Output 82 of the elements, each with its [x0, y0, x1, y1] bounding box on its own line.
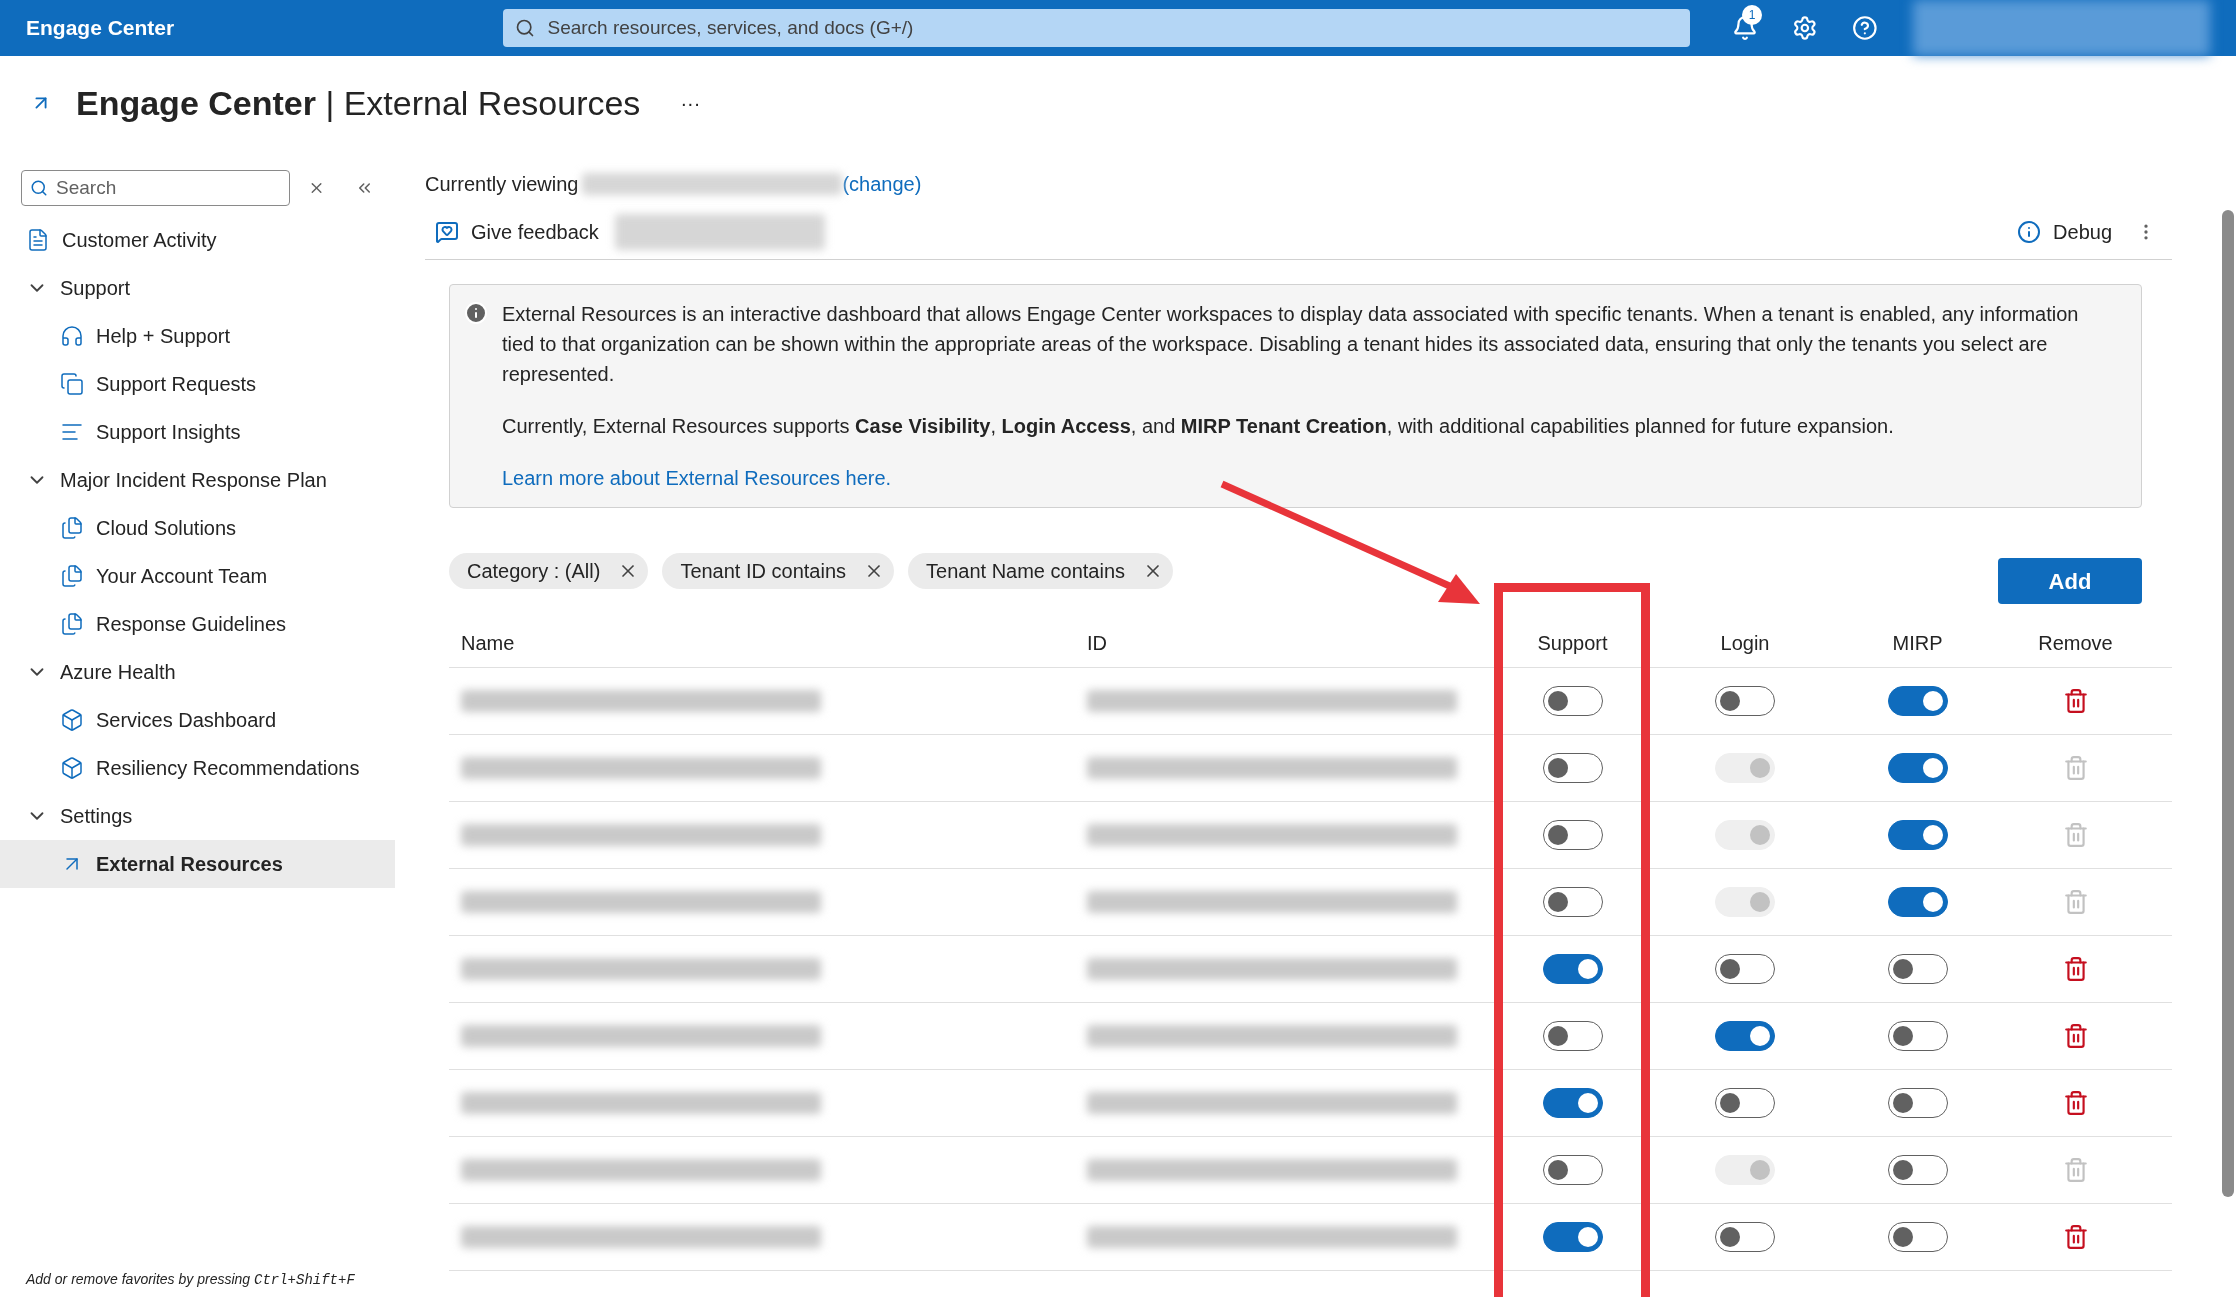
search-field[interactable]: Search	[21, 170, 290, 206]
delete-icon[interactable]	[2062, 1090, 2089, 1116]
sidebar-item[interactable]: Help + Support	[0, 312, 395, 360]
toggle-switch[interactable]	[1887, 954, 1948, 984]
toggle-switch[interactable]	[1887, 753, 1948, 783]
delete-icon[interactable]	[2062, 1224, 2089, 1250]
help-icon[interactable]	[1851, 15, 1878, 41]
column-header: MIRP	[1891, 630, 1944, 656]
scrollbar[interactable]	[2222, 210, 2234, 1197]
sidebar-item[interactable]: Response Guidelines	[0, 600, 395, 648]
favorites-hint: Add or remove favorites by pressing Ctrl+Shift+F	[24, 1270, 356, 1290]
add-button[interactable]: Add	[1998, 558, 2142, 604]
feedback-icon	[435, 219, 459, 244]
delete-icon[interactable]	[2062, 1023, 2089, 1049]
cube-icon	[60, 708, 84, 732]
viewing-label: Currently viewing	[425, 172, 579, 197]
toggle-switch[interactable]	[1715, 954, 1775, 984]
search-field[interactable]: Search resources, services, and docs (G+/)	[503, 9, 1690, 47]
pages-icon	[60, 516, 84, 540]
toggle-switch[interactable]	[1715, 686, 1775, 716]
search-icon	[30, 179, 48, 197]
feedback-button[interactable]: Give feedback	[435, 216, 599, 247]
toggle-switch[interactable]	[1887, 686, 1948, 716]
debug-button[interactable]: Debug	[2017, 216, 2112, 247]
filter-chip[interactable]: Tenant Name contains	[908, 553, 1174, 589]
toggle-switch[interactable]	[1542, 954, 1603, 984]
toggle-switch[interactable]	[1542, 820, 1603, 850]
filter-chip[interactable]: Category : (All)	[449, 553, 649, 589]
toggle-switch[interactable]	[1887, 1088, 1948, 1118]
column-header: Login	[1719, 630, 1771, 656]
notification-count: 1	[1742, 5, 1762, 25]
sidebar-item[interactable]: External Resources	[0, 840, 395, 888]
toggle-switch[interactable]	[1715, 1021, 1775, 1051]
column-header: Remove	[2037, 630, 2114, 656]
toggle-switch[interactable]	[1542, 753, 1603, 783]
toggle-switch[interactable]	[1542, 1088, 1603, 1118]
info-icon	[2017, 219, 2042, 244]
document-icon	[26, 228, 50, 252]
info-icon	[464, 301, 488, 325]
column-header: Name	[460, 630, 516, 656]
delete-icon[interactable]	[2062, 688, 2089, 714]
toggle-switch[interactable]	[1542, 887, 1603, 917]
stacked-pages-icon	[60, 372, 84, 396]
sidebar-group[interactable]: Major Incident Response Plan	[0, 456, 395, 504]
pages-icon	[60, 612, 84, 636]
learn-more-link[interactable]: Learn more about External Resources here.	[502, 467, 892, 489]
search-icon	[515, 18, 536, 38]
column-header: ID	[1086, 630, 1108, 656]
pages-icon	[60, 564, 84, 588]
toggle-switch[interactable]	[1887, 1021, 1948, 1051]
toggle-switch[interactable]	[1715, 1222, 1775, 1252]
toggle-switch[interactable]	[1542, 686, 1603, 716]
sidebar-item[interactable]: Customer Activity	[0, 216, 395, 264]
info-text: External Resources is an interactive dashboard that allows Engage Center workspaces to display data associated with specific tenants. When a tenant is enabled, any information tied to that organization can be shown within the appropriate areas of the workspace. Disabling a tenant hides its associated data, ensuring that only the tenants you select are represented.	[502, 302, 2080, 387]
sidebar-group[interactable]: Settings	[0, 792, 395, 840]
toggle-switch[interactable]	[1887, 887, 1948, 917]
toggle-switch[interactable]	[1887, 1155, 1948, 1185]
toggle-switch[interactable]	[1715, 1088, 1775, 1118]
toggle-switch[interactable]	[1542, 1155, 1603, 1185]
delete-icon[interactable]	[2062, 956, 2089, 982]
settings-icon[interactable]	[1792, 15, 1818, 41]
cube-icon	[60, 756, 84, 780]
page-title: Engage Center | External Resources	[76, 82, 641, 124]
sidebar-item[interactable]: Resiliency Recommendations	[0, 744, 395, 792]
filter-chip[interactable]: Tenant ID contains	[662, 553, 895, 589]
info-text: Currently, External Resources supports Case Visibility, Login Access, and MIRP Tenant Creation, with additional capabilities planned for future expansion.	[502, 414, 1895, 439]
sidebar-item[interactable]: Cloud Solutions	[0, 504, 395, 552]
sidebar-item[interactable]: Your Account Team	[0, 552, 395, 600]
headset-icon	[60, 324, 84, 348]
toggle-switch[interactable]	[1887, 820, 1948, 850]
sidebar-item[interactable]: Services Dashboard	[0, 696, 395, 744]
sidebar-group[interactable]: Support	[0, 264, 395, 312]
toggle-switch[interactable]	[1542, 1021, 1603, 1051]
more-button[interactable]: ···	[680, 88, 701, 118]
brand-name[interactable]: Engage Center	[26, 12, 504, 44]
sidebar-item[interactable]: Support Requests	[0, 360, 395, 408]
column-header: Support	[1536, 630, 1609, 656]
toggle-switch[interactable]	[1542, 1222, 1603, 1252]
change-link[interactable]: (change)	[842, 169, 922, 199]
sidebar-item[interactable]: Support Insights	[0, 408, 395, 456]
toggle-switch[interactable]	[1887, 1222, 1948, 1252]
sidebar-group[interactable]: Azure Health	[0, 648, 395, 696]
